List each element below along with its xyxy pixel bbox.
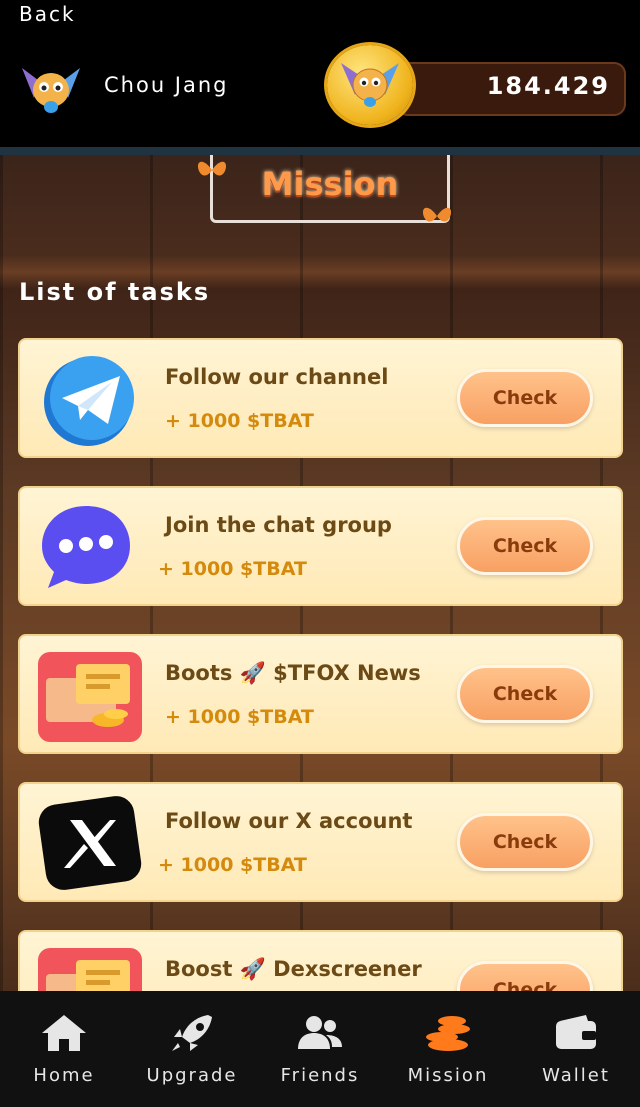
home-icon: [40, 1013, 88, 1053]
task-card: Follow our channel + 1000 $TBAT Check: [18, 338, 623, 458]
nav-label: Home: [33, 1065, 95, 1086]
task-title: Boost 🚀 Dexscreener: [165, 957, 422, 981]
rocket-icon: [168, 1013, 216, 1053]
butterfly-icon: [420, 203, 454, 229]
nav-label: Upgrade: [146, 1065, 238, 1086]
task-card: Follow our X account + 1000 $TBAT Check: [18, 782, 623, 902]
task-reward: + 1000 $TBAT: [165, 410, 314, 432]
mission-scene: Mission List of tasks Follow our channel…: [0, 155, 640, 1050]
balance-value: 184.429: [486, 72, 610, 100]
header-divider: [0, 147, 640, 155]
task-title: Follow our channel: [165, 365, 389, 389]
task-reward: + 1000 $TBAT: [158, 854, 307, 876]
nav-label: Mission: [407, 1065, 489, 1086]
coins-stack-icon: [424, 1013, 472, 1053]
check-button[interactable]: Check: [457, 813, 593, 871]
nav-item-upgrade[interactable]: Upgrade: [128, 991, 256, 1107]
nav-item-friends[interactable]: Friends: [256, 991, 384, 1107]
check-button[interactable]: Check: [457, 665, 593, 723]
wallet-icon: [552, 1013, 600, 1053]
username: Chou Jang: [104, 73, 229, 97]
check-button[interactable]: Check: [457, 517, 593, 575]
nav-label: Wallet: [542, 1065, 610, 1086]
chat-bubble-icon: [36, 500, 144, 595]
bat-avatar-icon: [18, 58, 84, 118]
check-button[interactable]: Check: [457, 369, 593, 427]
telegram-icon: [36, 352, 144, 447]
friends-icon: [296, 1013, 344, 1053]
task-card: Join the chat group + 1000 $TBAT Check: [18, 486, 623, 606]
task-title: Follow our X account: [165, 809, 413, 833]
nav-item-home[interactable]: Home: [0, 991, 128, 1107]
task-reward: + 1000 $TBAT: [158, 558, 307, 580]
task-reward: + 1000 $TBAT: [165, 706, 314, 728]
butterfly-icon: [195, 157, 229, 183]
x-logo-icon: [36, 796, 144, 891]
nav-item-wallet[interactable]: Wallet: [512, 991, 640, 1107]
nav-item-mission[interactable]: Mission: [384, 991, 512, 1107]
wallet-coins-icon: [36, 648, 144, 743]
top-header: Back Chou Jang 184.429: [0, 0, 640, 147]
task-card: Boots 🚀 $TFOX News + 1000 $TBAT Check: [18, 634, 623, 754]
task-title: Boots 🚀 $TFOX News: [165, 661, 421, 685]
bottom-nav: Home Upgrade Friends Mission Wallet: [0, 991, 640, 1107]
back-button[interactable]: Back: [19, 2, 76, 26]
task-title: Join the chat group: [165, 513, 392, 537]
section-title: List of tasks: [19, 278, 211, 306]
nav-label: Friends: [280, 1065, 360, 1086]
page-title: Mission: [261, 165, 399, 203]
